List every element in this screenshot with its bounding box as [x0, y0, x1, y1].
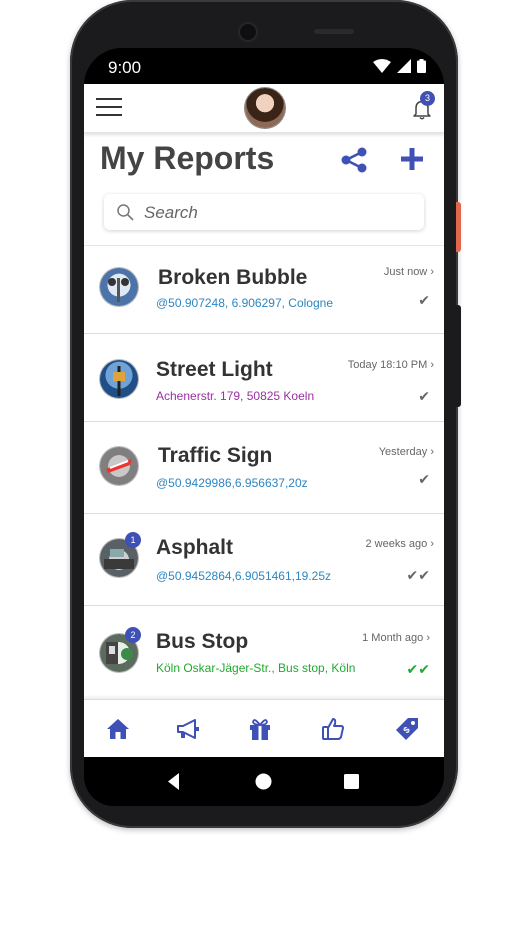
status-check-icon: ✔✔	[406, 567, 430, 583]
report-time: Today 18:10 PM ›	[347, 359, 434, 371]
notification-badge: 3	[420, 91, 435, 106]
report-location: Köln Oskar-Jäger-Str., Bus stop, Köln	[156, 661, 356, 675]
report-row-broken-bubble[interactable]: Broken Bubble @50.907248, 6.906297, Colo…	[84, 246, 444, 334]
report-thumbnail	[100, 268, 138, 306]
report-thumbnail	[100, 360, 138, 398]
battery-icon	[417, 59, 426, 73]
status-check-icon: ✔✔	[406, 661, 430, 677]
report-location: @50.907248, 6.906297, Cologne	[156, 296, 333, 310]
report-title: Bus Stop	[156, 630, 249, 653]
traffic-sign-image	[106, 459, 132, 473]
status-check-icon: ✔	[418, 292, 430, 308]
report-location: Achenerstr. 179, 50825 Koeln	[156, 389, 315, 403]
volume-button	[456, 305, 461, 407]
report-row-traffic-sign[interactable]: Traffic Sign @50.9429986,6.956637,20z Ye…	[84, 422, 444, 514]
android-nav-bar	[84, 757, 444, 806]
report-row-street-light[interactable]: Street Light Achenerstr. 179, 50825 Koel…	[84, 334, 444, 422]
add-report-icon[interactable]	[400, 147, 424, 171]
report-row-asphalt[interactable]: 1 Asphalt @50.9452864,6.9051461,19.25z 2…	[84, 514, 444, 606]
report-time: 1 Month ago ›	[362, 632, 430, 644]
bottom-tab-bar: $	[84, 699, 444, 758]
streetlamp-image	[108, 278, 129, 302]
search-icon	[117, 204, 134, 221]
recents-icon[interactable]	[344, 774, 359, 789]
front-camera	[240, 24, 256, 40]
gift-icon[interactable]	[248, 717, 272, 741]
report-time: Yesterday ›	[378, 446, 434, 458]
report-title: Street Light	[156, 358, 273, 381]
report-title: Asphalt	[156, 536, 234, 559]
status-bar: 9:00	[84, 48, 444, 84]
wifi-icon	[373, 59, 391, 73]
comment-count-badge: 2	[125, 627, 141, 643]
app-screen: 3 My Reports Search Broken Bubble @50.90…	[84, 84, 444, 758]
earpiece-speaker	[314, 29, 354, 34]
report-location: @50.9452864,6.9051461,19.25z	[156, 569, 332, 583]
status-check-icon: ✔	[418, 388, 430, 404]
app-bar: 3	[84, 84, 444, 133]
back-icon[interactable]	[168, 773, 180, 790]
cell-signal-icon	[397, 59, 411, 73]
share-icon[interactable]	[340, 147, 368, 173]
thumbs-up-icon[interactable]	[321, 717, 345, 741]
report-time: Just now ›	[383, 266, 434, 278]
status-time: 9:00	[108, 58, 142, 77]
menu-button[interactable]	[96, 98, 122, 116]
report-time: 2 weeks ago ›	[365, 538, 435, 550]
report-row-bus-stop[interactable]: 2 Bus Stop Köln Oskar-Jäger-Str., Bus st…	[84, 606, 444, 700]
power-button	[456, 202, 461, 252]
home-nav-icon[interactable]	[255, 773, 272, 790]
report-thumbnail	[100, 447, 138, 485]
device-screen: 9:00 3 My Reports Search Broken Bubble @…	[84, 48, 444, 806]
megaphone-icon[interactable]	[176, 717, 200, 741]
search-bar	[104, 194, 424, 230]
profile-avatar[interactable]	[245, 88, 285, 128]
tag-icon[interactable]: $	[395, 717, 419, 741]
status-check-icon: ✔	[418, 471, 430, 487]
home-icon[interactable]	[106, 717, 130, 741]
report-location: @50.9429986,6.956637,20z	[156, 476, 308, 490]
report-title: Traffic Sign	[158, 444, 273, 467]
search-input[interactable]	[142, 200, 416, 226]
comment-count-badge: 1	[125, 532, 141, 548]
report-list: Broken Bubble @50.907248, 6.906297, Colo…	[84, 245, 444, 700]
page-title: My Reports	[100, 140, 275, 176]
report-title: Broken Bubble	[158, 266, 308, 289]
streetlight-image	[113, 366, 125, 396]
